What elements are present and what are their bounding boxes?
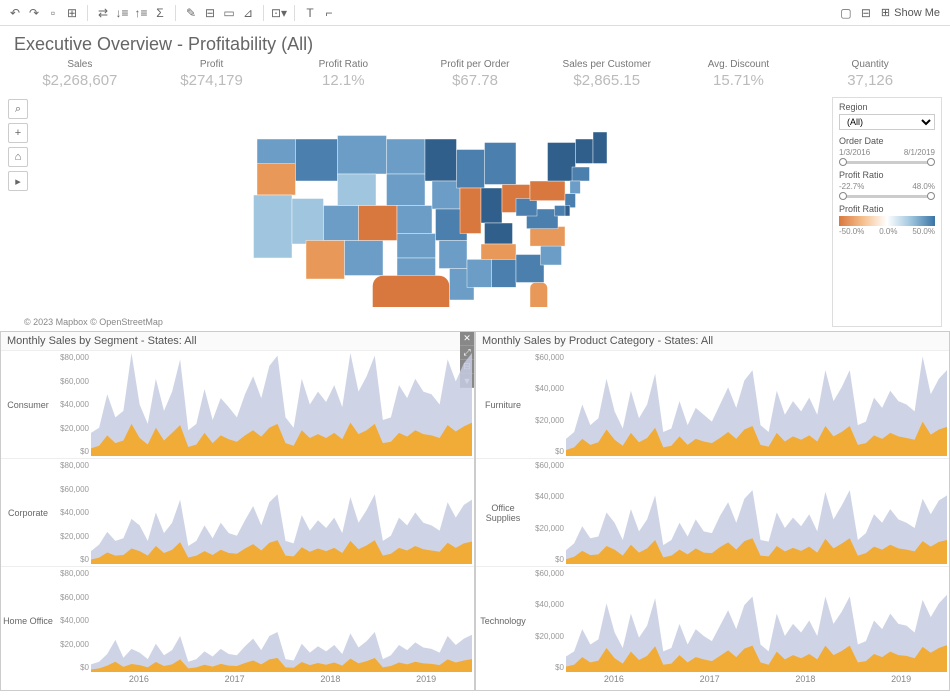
chart-row: Corporate$80,000$60,000$40,000$20,000$0: [1, 459, 474, 567]
filters-panel: Region (All) Order Date 1/3/2016 8/1/201…: [832, 97, 942, 327]
orderdate-slider[interactable]: [843, 161, 931, 164]
x-tick: 2019: [378, 674, 474, 690]
map-zoom-in-icon[interactable]: +: [8, 123, 28, 143]
x-tick: 2017: [662, 674, 758, 690]
chart-row: Home Office$80,000$60,000$40,000$20,000$…: [1, 567, 474, 674]
chart-plot[interactable]: $80,000$60,000$40,000$20,000$0: [55, 567, 474, 674]
chart-row-label: Technology: [476, 567, 530, 674]
x-tick: 2017: [187, 674, 283, 690]
kpi-profit: Profit $274,179: [146, 59, 278, 89]
map-home-icon[interactable]: ⌂: [8, 147, 28, 167]
undo-icon[interactable]: ↶: [6, 4, 24, 22]
highlight-icon[interactable]: ✎: [182, 4, 200, 22]
presentation-icon[interactable]: ▢: [837, 4, 855, 22]
save-icon[interactable]: ▫: [44, 4, 62, 22]
chart-row-label: Corporate: [1, 459, 55, 566]
new-data-icon[interactable]: ⊞: [63, 4, 81, 22]
segment-chart-title: Monthly Sales by Segment - States: All: [1, 332, 474, 351]
kpi-profit-per-order: Profit per Order $67.78: [409, 59, 541, 89]
legend-label: Profit Ratio: [839, 204, 935, 214]
map-attribution: © 2023 Mapbox © OpenStreetMap: [24, 317, 163, 327]
text-icon[interactable]: T: [301, 4, 319, 22]
slider-handle-min[interactable]: [839, 192, 847, 200]
profitratio-label: Profit Ratio: [839, 170, 935, 180]
x-tick: 2018: [758, 674, 854, 690]
chart-row: Furniture$60,000$40,000$20,000$0: [476, 351, 949, 459]
kpi-quantity: Quantity 37,126: [804, 59, 936, 89]
toolbar: ↶ ↷ ▫ ⊞ ⇄ ↓≡ ↑≡ Σ ✎ ⊟ ▭ ⊿ ⊡▾ T ⌐ ▢ ⊟ ⊞ S…: [0, 0, 950, 26]
slider-handle-min[interactable]: [839, 158, 847, 166]
sort-desc-icon[interactable]: ↑≡: [132, 4, 150, 22]
kpi-sales: Sales $2,268,607: [14, 59, 146, 89]
map-controls: ⌕ + ⌂ ▸: [8, 97, 32, 327]
chart-row-label: Furniture: [476, 351, 530, 458]
close-icon[interactable]: ✕: [460, 332, 474, 346]
kpi-profit-ratio: Profit Ratio 12.1%: [277, 59, 409, 89]
category-chart-title: Monthly Sales by Product Category - Stat…: [476, 332, 949, 351]
worksheet-icon[interactable]: ▭: [220, 4, 238, 22]
chart-row: Consumer$80,000$60,000$40,000$20,000$0: [1, 351, 474, 459]
cards-icon[interactable]: ⊟: [857, 4, 875, 22]
category-chart-panel: Monthly Sales by Product Category - Stat…: [475, 331, 950, 691]
show-me-icon: ⊞: [881, 6, 890, 19]
labels-icon[interactable]: ⌐: [320, 4, 338, 22]
profitratio-slider[interactable]: [843, 195, 931, 198]
slider-handle-max[interactable]: [927, 158, 935, 166]
region-select[interactable]: (All): [839, 114, 935, 130]
map-view[interactable]: [32, 97, 832, 327]
chart-row: Office Supplies$60,000$40,000$20,000$0: [476, 459, 949, 567]
group-icon[interactable]: ⊟: [201, 4, 219, 22]
totals-icon[interactable]: Σ: [151, 4, 169, 22]
pin-icon[interactable]: ⊿: [239, 4, 257, 22]
map-play-icon[interactable]: ▸: [8, 171, 28, 191]
x-tick: 2016: [91, 674, 187, 690]
dashboard-title: Executive Overview - Profitability (All): [0, 26, 950, 57]
show-me-label: Show Me: [894, 7, 940, 19]
fit-icon[interactable]: ⊡▾: [270, 4, 288, 22]
map-search-icon[interactable]: ⌕: [8, 99, 28, 119]
sort-asc-icon[interactable]: ↓≡: [113, 4, 131, 22]
x-tick: 2019: [853, 674, 949, 690]
swap-icon[interactable]: ⇄: [94, 4, 112, 22]
chart-plot[interactable]: $60,000$40,000$20,000$0: [530, 351, 949, 458]
x-tick: 2018: [283, 674, 379, 690]
kpi-row: Sales $2,268,607 Profit $274,179 Profit …: [0, 57, 950, 97]
show-me-button[interactable]: ⊞ Show Me: [877, 6, 944, 19]
chart-row-label: Consumer: [1, 351, 55, 458]
color-legend: [839, 216, 935, 226]
kpi-avg-discount: Avg. Discount 15.71%: [673, 59, 805, 89]
kpi-sales-per-customer: Sales per Customer $2,865.15: [541, 59, 673, 89]
chart-row-label: Home Office: [1, 567, 55, 674]
x-tick: 2016: [566, 674, 662, 690]
chart-row-label: Office Supplies: [476, 459, 530, 566]
chart-row: Technology$60,000$40,000$20,000$0: [476, 567, 949, 674]
redo-icon[interactable]: ↷: [25, 4, 43, 22]
chart-plot[interactable]: $60,000$40,000$20,000$0: [530, 567, 949, 674]
slider-handle-max[interactable]: [927, 192, 935, 200]
chart-plot[interactable]: $80,000$60,000$40,000$20,000$0: [55, 459, 474, 566]
chart-plot[interactable]: $80,000$60,000$40,000$20,000$0: [55, 351, 474, 458]
region-label: Region: [839, 102, 935, 112]
orderdate-label: Order Date: [839, 136, 935, 146]
segment-chart-panel: Monthly Sales by Segment - States: All ✕…: [0, 331, 475, 691]
chart-plot[interactable]: $60,000$40,000$20,000$0: [530, 459, 949, 566]
